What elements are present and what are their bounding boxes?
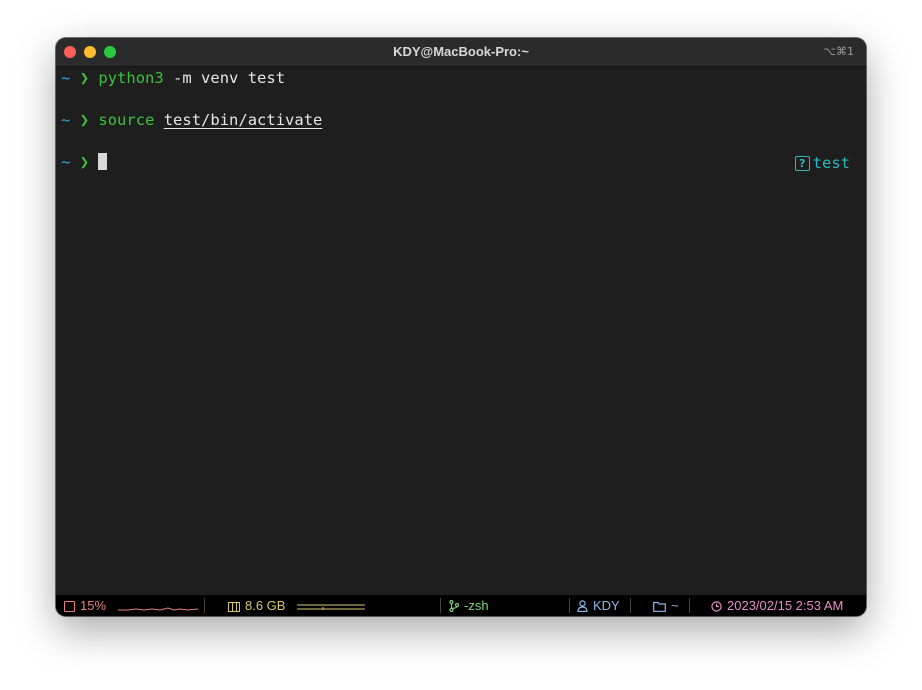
memory-chip-icon (228, 602, 240, 612)
terminal-line: ~ ❯ source test/bin/activate (61, 109, 322, 131)
status-divider (204, 598, 205, 613)
person-icon (577, 597, 588, 616)
prompt-directory: ~ (61, 111, 71, 129)
prompt-chevron-icon: ❯ (79, 153, 90, 171)
command-args: -m venv test (173, 69, 286, 87)
cpu-usage-value: 15% (80, 598, 107, 613)
prompt-chevron-icon: ❯ (79, 111, 90, 129)
memory-status[interactable]: 8.6 GB (228, 595, 366, 616)
tab-shortcut-label: ⌥⌘1 (823, 45, 854, 58)
python-venv-icon: ? (794, 156, 810, 171)
status-divider (689, 598, 690, 613)
terminal-content[interactable]: ~ ❯ python3 -m venv test ~ ❯ source test… (56, 67, 866, 595)
user-name: KDY (593, 598, 620, 613)
venv-indicator: ? test (794, 152, 850, 174)
clock-status[interactable]: 2023/02/15 2:53 AM (711, 595, 843, 616)
command-path-arg: test/bin/activate (163, 111, 323, 129)
venv-name: test (812, 154, 850, 172)
command-name: python3 (98, 69, 164, 87)
text-cursor (98, 153, 108, 170)
terminal-line-active: ~ ❯ (61, 151, 108, 173)
command-name: source (98, 111, 155, 129)
status-bar: 15% 8.6 GB -zsh KDY ~ 2023/02/15 2:53 AM (56, 595, 866, 616)
window-title: KDY@MacBook-Pro:~ (393, 44, 529, 59)
user-status[interactable]: KDY (577, 595, 620, 616)
clock-icon (711, 597, 722, 616)
memory-usage-value: 8.6 GB (245, 598, 286, 613)
process-name: -zsh (464, 598, 489, 613)
cpu-sparkline (117, 607, 198, 611)
title-bar: KDY@MacBook-Pro:~ ⌥⌘1 (56, 38, 866, 67)
prompt-directory: ~ (61, 153, 71, 171)
date-time: 2023/02/15 2:53 AM (727, 598, 844, 613)
status-divider (569, 598, 570, 613)
terminal-line: ~ ❯ python3 -m venv test (61, 67, 285, 89)
directory-status[interactable]: ~ (653, 595, 679, 616)
folder-icon (653, 597, 666, 616)
memory-sparkline (297, 604, 366, 610)
prompt-chevron-icon: ❯ (79, 69, 90, 87)
current-directory: ~ (671, 598, 679, 613)
terminal-window: KDY@MacBook-Pro:~ ⌥⌘1 ~ ❯ python3 -m ven… (56, 38, 866, 616)
prompt-directory: ~ (61, 69, 71, 87)
process-status[interactable]: -zsh (449, 595, 489, 616)
status-divider (630, 598, 631, 613)
status-divider (440, 598, 441, 613)
cpu-status[interactable]: 15% (64, 595, 198, 616)
cpu-chip-icon (64, 601, 75, 612)
git-branch-icon (449, 597, 460, 616)
